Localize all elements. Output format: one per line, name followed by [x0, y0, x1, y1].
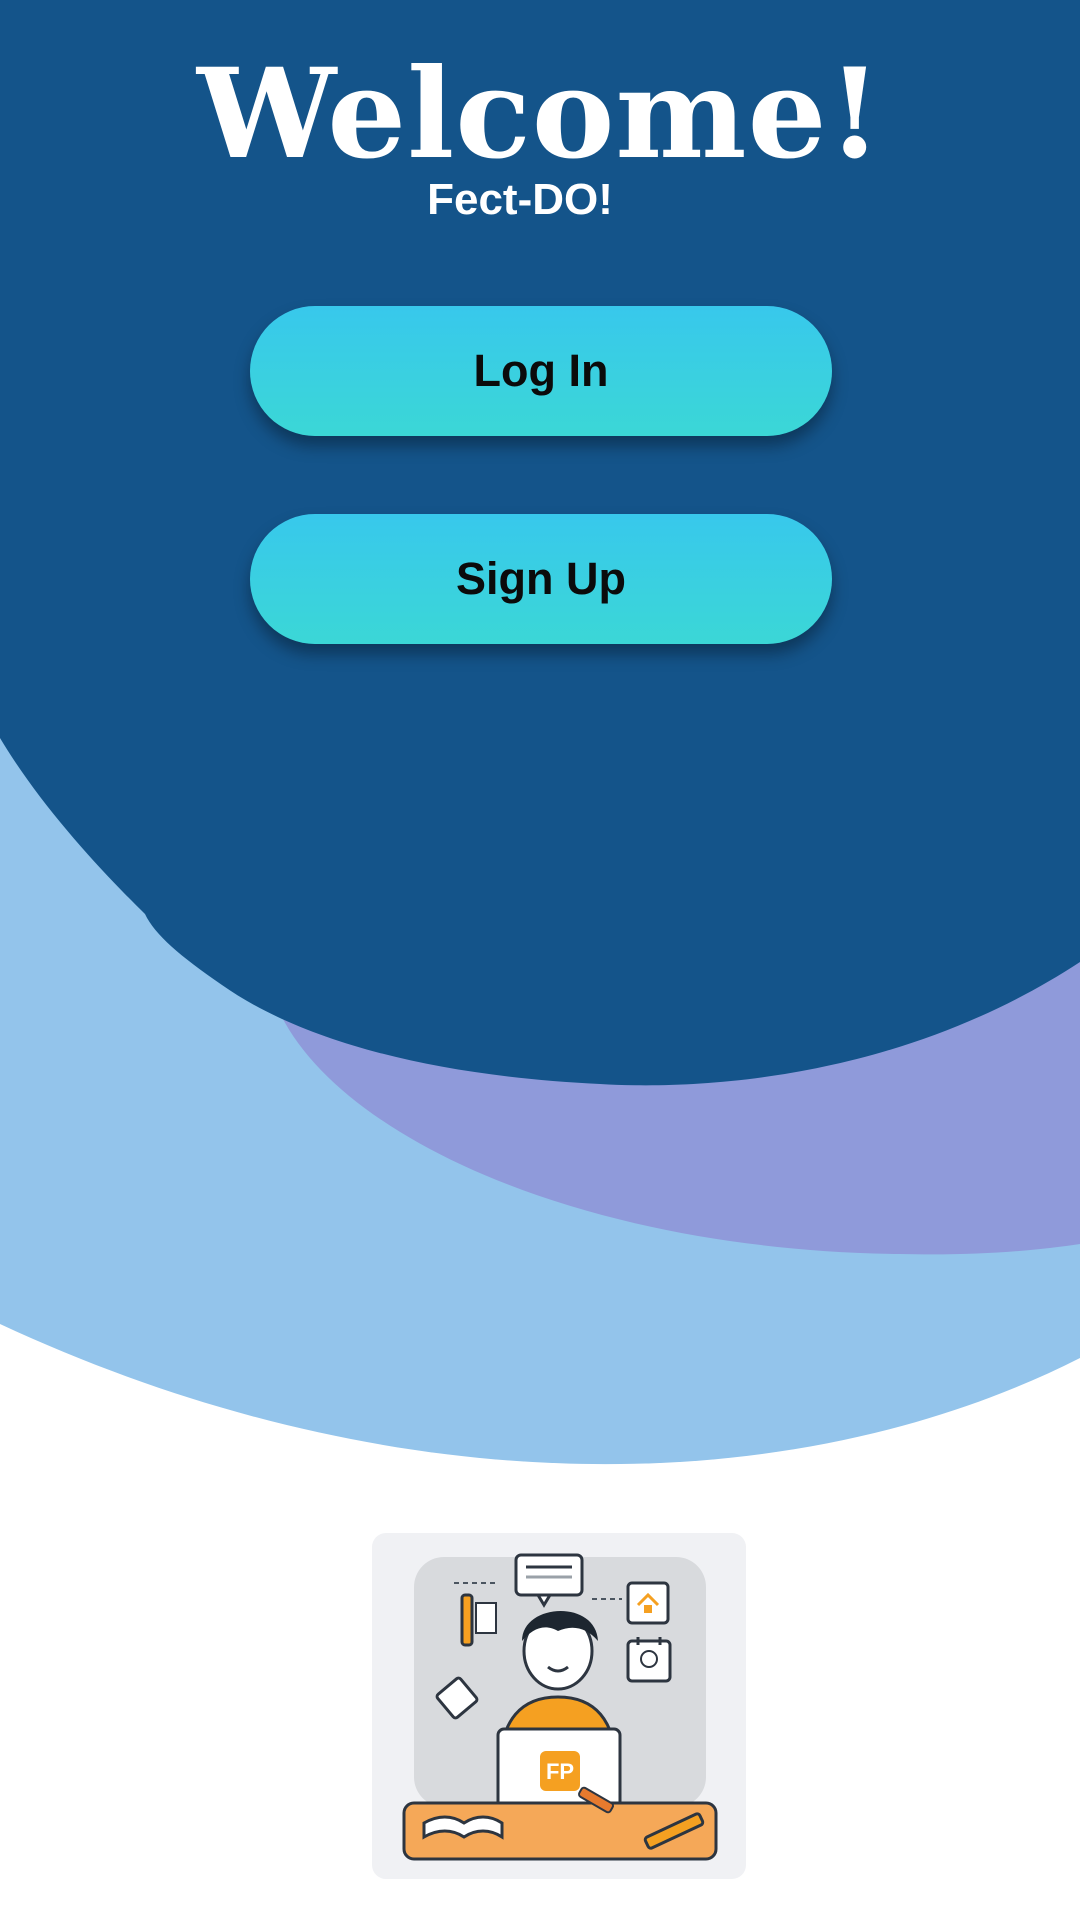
document-icon [626, 1581, 670, 1625]
app-name-subtitle: Fect-DO! [427, 175, 613, 224]
calendar-icon [626, 1637, 672, 1683]
svg-text:FP: FP [546, 1759, 574, 1784]
welcome-screen: Welcome! Fect-DO! Log In Sign Up FP [0, 0, 1080, 1920]
login-button[interactable]: Log In [250, 306, 832, 436]
illustration-card: FP [372, 1533, 746, 1879]
person-working-on-laptop-illustration: FP [402, 1553, 718, 1861]
welcome-title: Welcome! [197, 42, 883, 187]
signup-button[interactable]: Sign Up [250, 514, 832, 644]
